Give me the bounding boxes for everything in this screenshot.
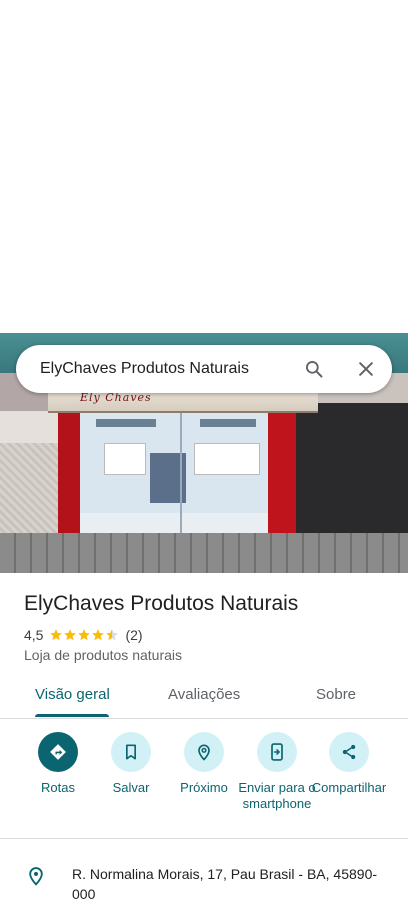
share-circle <box>329 732 369 772</box>
directions-circle <box>38 732 78 772</box>
photo-pillar <box>268 403 296 543</box>
rating-row[interactable]: 4,5 (2) <box>24 626 143 644</box>
directions-label: Rotas <box>41 780 75 795</box>
send-to-phone-icon <box>271 743 283 761</box>
tab-about[interactable]: Sobre <box>316 686 356 703</box>
save-button[interactable]: Salvar <box>91 732 171 796</box>
divider <box>0 838 408 839</box>
photo-sign <box>194 443 260 475</box>
directions-button[interactable]: Rotas <box>18 732 98 796</box>
send-to-phone-label: Enviar para o smartphone <box>238 780 316 811</box>
nearby-label: Próximo <box>180 780 228 795</box>
search-bar[interactable]: ElyChaves Produtos Naturais <box>16 345 392 393</box>
place-title: ElyChaves Produtos Naturais <box>24 592 299 615</box>
photo-sidewalk <box>0 533 408 573</box>
photo-pillar <box>58 403 80 543</box>
tab-indicator <box>35 714 109 717</box>
address-text: R. Normalina Morais, 17, Pau Brasil - BA… <box>72 866 378 902</box>
save-circle <box>111 732 151 772</box>
directions-icon <box>50 744 66 760</box>
action-row: Rotas Salvar Próximo Enviar para o smart… <box>0 732 408 838</box>
send-to-phone-circle <box>257 732 297 772</box>
reviews-count: (2) <box>125 627 143 643</box>
close-icon[interactable] <box>356 359 376 379</box>
place-category: Loja de produtos naturais <box>24 647 182 663</box>
photo-stucco <box>0 443 62 543</box>
photo-shelf <box>96 419 156 427</box>
tab-reviews[interactable]: Avaliações <box>168 686 240 703</box>
star-icon <box>64 629 77 641</box>
send-to-phone-button[interactable]: Enviar para o smartphone <box>237 732 317 812</box>
map-area[interactable] <box>0 0 408 333</box>
search-input[interactable]: ElyChaves Produtos Naturais <box>40 360 249 378</box>
search-icon[interactable] <box>304 359 324 379</box>
tab-overview[interactable]: Visão geral <box>35 686 110 703</box>
star-icon <box>78 629 91 641</box>
rating-stars <box>49 628 119 642</box>
rating-value: 4,5 <box>24 627 44 643</box>
address-row[interactable]: R. Normalina Morais, 17, Pau Brasil - BA… <box>0 860 408 906</box>
location-pin-icon <box>29 867 43 886</box>
photo-sign <box>104 443 146 475</box>
photo-door <box>180 405 182 539</box>
nearby-circle <box>184 732 224 772</box>
nearby-icon <box>198 744 210 761</box>
half-star-icon <box>106 629 119 641</box>
nearby-button[interactable]: Próximo <box>164 732 244 796</box>
star-icon <box>50 629 63 641</box>
save-label: Salvar <box>112 780 150 795</box>
star-icon <box>92 629 105 641</box>
bookmark-icon <box>126 744 136 760</box>
photo-wall-right <box>296 403 408 543</box>
share-icon <box>342 744 356 760</box>
tab-bar: Visão geral Avaliações Sobre <box>0 676 408 719</box>
share-label: Compartilhar <box>311 780 387 795</box>
photo-shelf <box>200 419 256 427</box>
share-button[interactable]: Compartilhar <box>309 732 389 796</box>
